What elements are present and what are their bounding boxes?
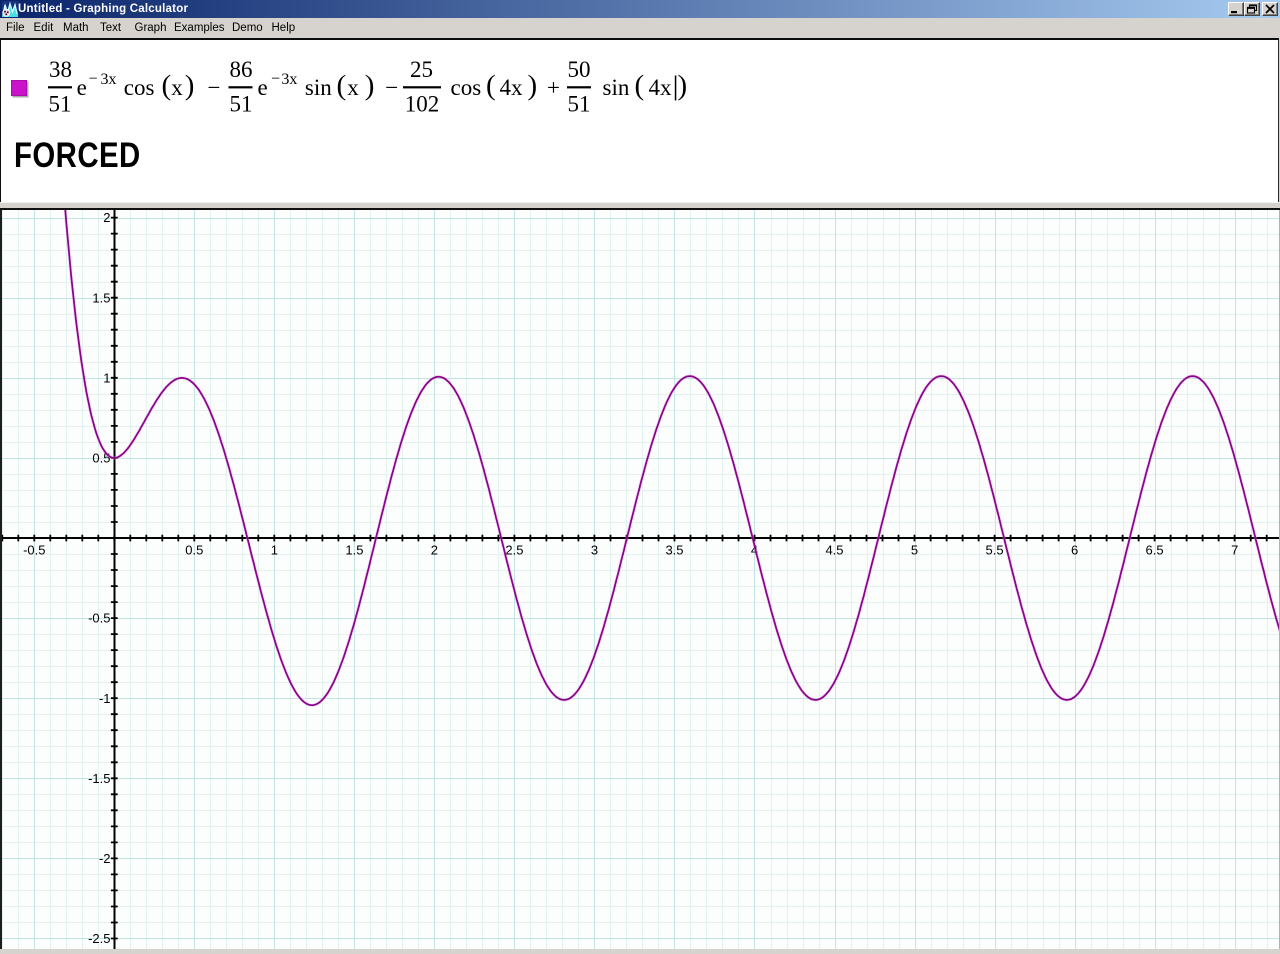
svg-text:3x: 3x — [281, 71, 297, 88]
svg-text:102: 102 — [404, 92, 439, 117]
svg-text:e: e — [257, 75, 267, 100]
svg-text:6.5: 6.5 — [1146, 543, 1164, 558]
svg-text:cos: cos — [123, 75, 154, 100]
svg-text:3: 3 — [591, 543, 598, 558]
svg-text:0.5: 0.5 — [185, 543, 203, 558]
svg-text:51: 51 — [48, 92, 71, 117]
svg-text:51: 51 — [567, 92, 590, 117]
svg-text:1.5: 1.5 — [345, 543, 363, 558]
svg-text:x: x — [347, 75, 359, 100]
svg-text:): ) — [677, 69, 687, 101]
svg-text:38: 38 — [49, 57, 72, 82]
svg-text:−: − — [385, 75, 398, 100]
svg-text:(: ( — [161, 69, 171, 101]
svg-text:1: 1 — [103, 370, 110, 385]
svg-text:1.5: 1.5 — [92, 290, 110, 305]
svg-text:(: ( — [634, 69, 644, 101]
svg-text:−: − — [271, 71, 280, 88]
svg-text:5: 5 — [911, 543, 918, 558]
svg-text:(: ( — [486, 69, 496, 101]
svg-text:cos: cos — [450, 75, 481, 100]
svg-text:-0.5: -0.5 — [88, 611, 110, 626]
svg-text:4x: 4x — [648, 75, 672, 100]
svg-text:−: − — [207, 75, 220, 100]
svg-text:5.5: 5.5 — [986, 543, 1004, 558]
svg-text:): ) — [364, 69, 374, 101]
svg-text:-2.5: -2.5 — [88, 931, 110, 946]
svg-text:): ) — [527, 69, 537, 101]
svg-text:x: x — [171, 75, 183, 100]
svg-text:-1.5: -1.5 — [88, 771, 110, 786]
svg-text:86: 86 — [229, 57, 252, 82]
svg-text:2: 2 — [103, 210, 110, 225]
svg-text:25: 25 — [410, 57, 433, 82]
svg-text:sin: sin — [602, 75, 629, 100]
svg-text:4x: 4x — [499, 75, 523, 100]
svg-text:2.5: 2.5 — [505, 543, 523, 558]
svg-text:3.5: 3.5 — [665, 543, 683, 558]
svg-text:(: ( — [336, 69, 346, 101]
svg-text:4.5: 4.5 — [825, 543, 843, 558]
svg-text:3x: 3x — [100, 71, 116, 88]
svg-text:7: 7 — [1231, 543, 1238, 558]
svg-text:6: 6 — [1071, 543, 1078, 558]
svg-text:-0.5: -0.5 — [23, 543, 45, 558]
svg-text:sin: sin — [304, 75, 331, 100]
svg-text:+: + — [547, 75, 560, 100]
svg-text:-1: -1 — [99, 691, 111, 706]
svg-text:-2: -2 — [99, 851, 111, 866]
svg-text:−: − — [88, 71, 97, 88]
svg-text:51: 51 — [229, 92, 252, 117]
svg-text:): ) — [184, 69, 194, 101]
svg-text:e: e — [76, 75, 86, 100]
svg-text:50: 50 — [567, 57, 590, 82]
svg-text:2: 2 — [431, 543, 438, 558]
svg-text:1: 1 — [271, 543, 278, 558]
